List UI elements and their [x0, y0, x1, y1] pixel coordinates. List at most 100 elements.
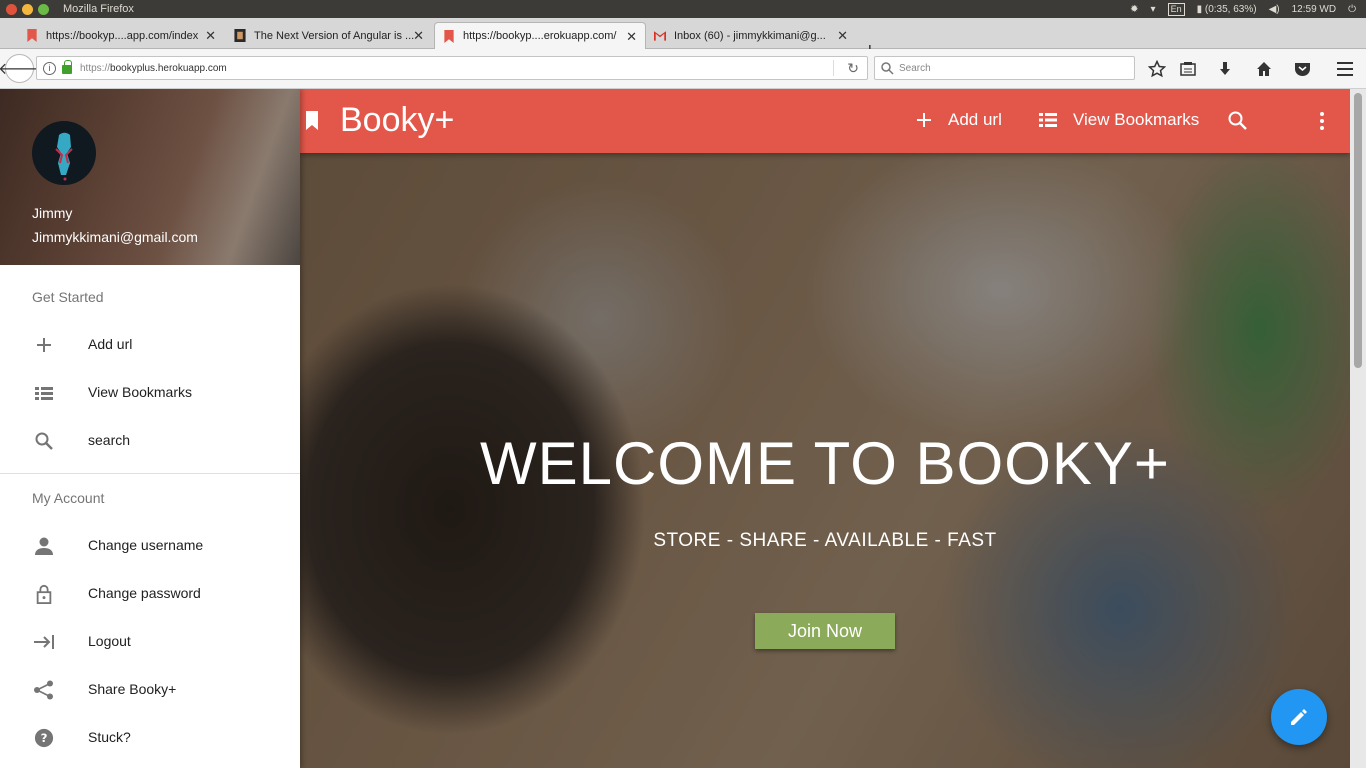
drawer-item-view-bookmarks[interactable]: View Bookmarks — [0, 369, 300, 417]
bookmark-star-icon[interactable] — [1148, 60, 1166, 78]
keyboard-indicator[interactable]: En — [1167, 2, 1185, 16]
drawer-item-stuck[interactable]: ? Stuck? — [0, 714, 300, 762]
toolbar-view-bookmarks-button[interactable]: View Bookmarks — [1039, 110, 1199, 130]
user-name: Jimmy — [32, 205, 73, 221]
toolbar-add-url-button[interactable]: Add url — [916, 110, 1002, 130]
tab-close-icon[interactable]: ✕ — [413, 28, 424, 44]
drawer-divider — [0, 473, 300, 474]
hero-subtitle: STORE - SHARE - AVAILABLE - FAST — [653, 530, 997, 551]
url-bar-divider — [833, 60, 834, 76]
battery-icon: ▮ — [1196, 3, 1203, 15]
list-icon — [1039, 113, 1057, 127]
battery-text: (0:35, 63%) — [1204, 3, 1257, 15]
toolbar-add-url-label: Add url — [948, 110, 1002, 129]
avatar-figure-icon — [55, 132, 73, 181]
section-label-get-started: Get Started — [32, 289, 104, 305]
join-now-button[interactable]: Join Now — [755, 613, 895, 649]
bookmark-icon — [306, 111, 318, 130]
avatar[interactable] — [32, 121, 96, 185]
pencil-icon — [1291, 709, 1307, 725]
back-arrow-icon: 🡐 — [0, 61, 41, 78]
drawer-item-search[interactable]: search — [0, 417, 300, 465]
window-maximize-icon[interactable] — [38, 3, 49, 15]
drawer-item-change-password[interactable]: Change password — [0, 570, 300, 618]
scrollbar-thumb[interactable] — [1354, 93, 1362, 368]
more-vert-icon[interactable] — [1319, 111, 1325, 131]
gmail-favicon-icon — [654, 31, 666, 41]
search-icon[interactable] — [1228, 111, 1247, 130]
settings-gear-icon[interactable]: ✹ — [1130, 4, 1138, 15]
url-scheme: https:// — [80, 62, 111, 74]
search-placeholder: Search — [899, 62, 931, 74]
drawer-item-change-username[interactable]: Change username — [0, 522, 300, 570]
browser-tab-active[interactable]: https://bookyp....erokuapp.com/ ✕ — [434, 22, 646, 49]
info-icon[interactable]: i — [43, 61, 56, 75]
power-icon[interactable]: ⏻ — [1348, 4, 1356, 15]
tab-title: The Next Version of Angular is ... — [254, 29, 415, 42]
drawer-item-label: Share Booky+ — [88, 681, 177, 697]
drawer-item-add-url[interactable]: Add url — [0, 321, 300, 369]
drawer-item-label: Add url — [88, 336, 133, 352]
window-title: Mozilla Firefox — [63, 3, 134, 15]
edit-fab-button[interactable] — [1271, 689, 1327, 745]
hamburger-menu-icon[interactable] — [1336, 60, 1354, 78]
browser-search-input[interactable]: Search — [874, 56, 1135, 80]
section-label-my-account: My Account — [32, 490, 105, 506]
search-icon — [881, 62, 894, 75]
drawer-item-label: Change password — [88, 585, 201, 601]
pocket-icon[interactable] — [1293, 60, 1311, 78]
page-scrollbar[interactable] — [1350, 89, 1366, 768]
plus-icon — [37, 338, 51, 352]
drawer-item-label: Change username — [88, 537, 204, 553]
drawer-header: Jimmy Jimmykkimani@gmail.com — [0, 89, 300, 265]
list-icon — [35, 387, 53, 400]
reading-list-icon[interactable] — [1179, 60, 1197, 78]
volume-icon[interactable]: ◀) — [1269, 4, 1280, 15]
battery-indicator[interactable]: ▮ (0:35, 63%) — [1197, 4, 1257, 15]
tab-title: https://bookyp....app.com/index — [46, 29, 199, 42]
url-host: bookyplus.herokuapp.com — [110, 62, 227, 74]
tab-close-icon[interactable]: ✕ — [205, 28, 216, 44]
clock[interactable]: 12:59 WD — [1292, 4, 1336, 15]
lock-icon[interactable] — [62, 60, 72, 74]
svg-text:?: ? — [41, 731, 48, 745]
user-email: Jimmykkimani@gmail.com — [32, 229, 198, 245]
url-text[interactable]: https://bookyplus.herokuapp.com — [80, 63, 227, 74]
download-icon[interactable] — [1216, 60, 1234, 78]
logout-icon — [34, 635, 54, 649]
page-viewport: WELCOME TO BOOKY+ STORE - SHARE - AVAILA… — [0, 89, 1366, 768]
tab-title: https://bookyp....erokuapp.com/ — [463, 30, 617, 42]
window-minimize-icon[interactable] — [22, 3, 33, 15]
reload-icon[interactable]: ↻ — [847, 60, 859, 77]
os-top-bar: Mozilla Firefox ✹ ▾ En ▮ (0:35, 63%) ◀) … — [0, 0, 1366, 18]
hero-title: WELCOME TO BOOKY+ — [480, 430, 1170, 497]
drawer-item-label: View Bookmarks — [88, 384, 193, 400]
search-icon — [35, 432, 53, 450]
drawer-item-label: search — [88, 432, 131, 448]
tab-title: Inbox (60) - jimmykkimani@g... — [674, 29, 826, 42]
article-favicon-icon — [234, 29, 246, 42]
toolbar-view-bookmarks-label: View Bookmarks — [1073, 110, 1200, 129]
navigation-drawer: Jimmy Jimmykkimani@gmail.com Get Started… — [0, 89, 300, 768]
plus-icon — [917, 113, 931, 127]
back-button[interactable]: 🡐 — [0, 54, 41, 83]
wifi-icon[interactable]: ▾ — [1151, 4, 1156, 15]
share-icon — [34, 680, 53, 700]
browser-tab[interactable]: https://bookyp....app.com/index ✕ — [18, 22, 224, 49]
home-icon[interactable] — [1255, 60, 1273, 78]
drawer-item-share[interactable]: Share Booky+ — [0, 666, 300, 714]
window-close-icon[interactable] — [6, 3, 17, 15]
tab-close-icon[interactable]: ✕ — [837, 28, 848, 44]
app-brand[interactable]: Booky+ — [340, 101, 454, 140]
url-bar[interactable]: i https://bookyplus.herokuapp.com ↻ — [36, 56, 868, 80]
lock-icon — [36, 584, 52, 604]
tab-close-icon[interactable]: ✕ — [626, 29, 637, 45]
bookmark-favicon-icon — [444, 30, 454, 43]
drawer-item-logout[interactable]: Logout — [0, 618, 300, 666]
browser-tab[interactable]: The Next Version of Angular is ... ✕ — [226, 22, 432, 49]
app-toolbar: Booky+ Add url View Bookmarks — [300, 89, 1350, 153]
browser-tab[interactable]: Inbox (60) - jimmykkimani@g... ✕ — [646, 22, 856, 49]
help-icon: ? — [34, 728, 54, 748]
hero-section: WELCOME TO BOOKY+ STORE - SHARE - AVAILA… — [300, 89, 1350, 768]
bookmark-favicon-icon — [27, 29, 37, 42]
